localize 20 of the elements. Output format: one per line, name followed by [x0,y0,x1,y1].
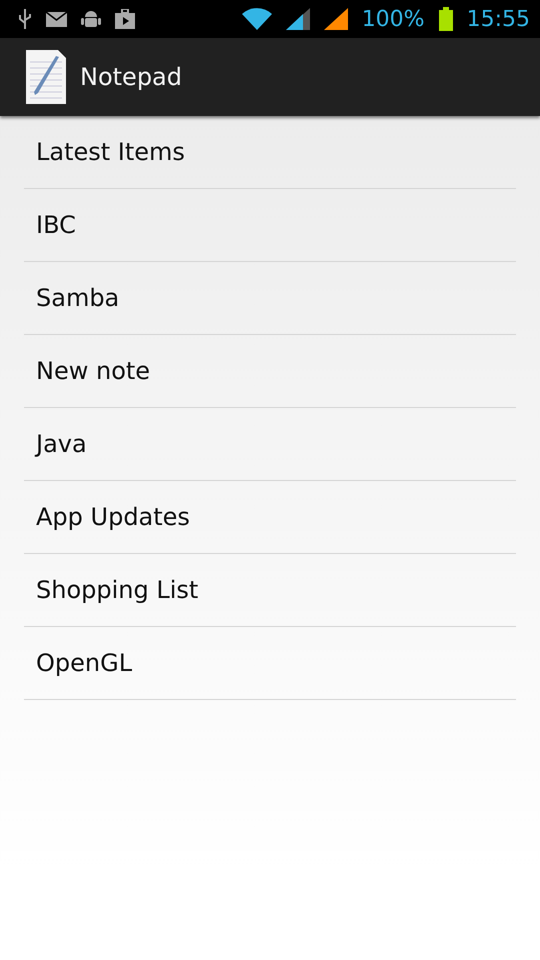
note-item[interactable]: Latest Items [24,116,516,189]
wifi-icon [242,8,272,30]
note-item[interactable]: New note [24,335,516,408]
mail-icon [46,12,67,26]
battery-icon [438,7,453,31]
note-item[interactable]: Java [24,408,516,481]
usb-icon [18,9,32,29]
store-icon [115,9,135,29]
notepad-icon[interactable] [26,50,66,104]
signal-icon [286,8,310,30]
signal-icon [324,8,348,30]
note-item[interactable]: Samba [24,262,516,335]
android-icon [81,9,101,29]
app-title: Notepad [80,63,182,91]
battery-level: 100% [362,6,425,32]
note-item[interactable]: Shopping List [24,554,516,627]
note-item[interactable]: App Updates [24,481,516,554]
note-item[interactable]: OpenGL [24,627,516,700]
note-item[interactable]: IBC [24,189,516,262]
clock: 15:55 [466,6,530,32]
